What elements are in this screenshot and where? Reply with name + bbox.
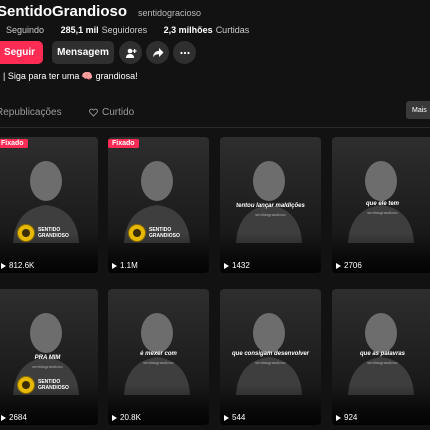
tab-divider [0, 127, 430, 128]
logo-text: SENTIDO GRANDIOSO [38, 227, 69, 239]
view-count: 924 [336, 413, 357, 422]
play-icon [112, 262, 117, 269]
video-watermark: sentidograndioso [143, 360, 174, 365]
view-count-value: 20.8K [120, 413, 141, 422]
pinned-badge: Fixado [0, 139, 28, 148]
video-thumbnail [124, 313, 190, 395]
lion-seal-icon [17, 376, 35, 394]
video-thumbnail [236, 161, 302, 243]
tab-republications-label: Republicações [0, 107, 62, 118]
video-watermark: sentidograndioso [367, 210, 398, 215]
video-thumbnail [348, 313, 414, 395]
lion-seal-icon [17, 224, 35, 242]
video-caption: tentou lançar maldições [236, 203, 305, 209]
view-count: 1.1M [112, 261, 138, 270]
video-caption: que ele tem [365, 201, 399, 207]
more-options-button[interactable] [173, 41, 196, 64]
brand-logo: SENTIDO GRANDIOSO [17, 375, 81, 395]
play-icon [112, 414, 117, 421]
view-count-value: 544 [232, 413, 246, 422]
video-card[interactable]: é mexer com sentidograndioso 20.8K [108, 289, 209, 425]
play-icon [1, 262, 6, 269]
view-count: 544 [224, 413, 245, 422]
video-thumbnail [236, 313, 302, 395]
view-count-value: 1.1M [120, 261, 138, 270]
profile-username: SentidoGrandioso [0, 3, 128, 20]
view-count: 812.6K [1, 261, 34, 270]
more-dots-icon [179, 51, 190, 54]
profile-handle: sentidogracioso [138, 8, 202, 18]
view-count-value: 924 [344, 413, 358, 422]
view-count: 1432 [224, 261, 250, 270]
video-caption: PRA MIM [34, 355, 61, 361]
video-caption: que consigam desenvolver [231, 351, 310, 357]
profile-stats: Seguindo 285,1 mil Seguidores 2,3 milhões… [3, 25, 263, 35]
video-card[interactable]: que ele tem sentidograndioso 2706 [332, 137, 430, 273]
play-icon [224, 262, 229, 269]
likes-stat: 2,3 milhões Curtidas [164, 25, 250, 35]
profile-bio: | Siga para ter uma 🧠 grandiosa! [3, 71, 138, 81]
view-count-value: 1432 [232, 261, 250, 270]
tab-republications[interactable]: Republicações [0, 107, 62, 118]
message-button[interactable]: Mensagem [52, 41, 114, 64]
tab-liked[interactable]: Curtido [89, 107, 134, 118]
video-card[interactable]: Fixado SENTIDO GRANDIOSO 812.6K [0, 137, 98, 273]
follow-button[interactable]: Seguir [0, 41, 43, 64]
play-icon [336, 414, 341, 421]
video-card[interactable]: Fixado SENTIDO GRANDIOSO 1.1M [108, 137, 209, 273]
play-icon [336, 262, 341, 269]
view-count: 2706 [336, 261, 362, 270]
video-card[interactable]: que as palavras sentidograndioso 924 [332, 289, 430, 425]
play-icon [1, 414, 6, 421]
logo-text: SENTIDO GRANDIOSO [38, 379, 69, 391]
followers-label: Seguidores [101, 25, 148, 35]
brand-logo: SENTIDO GRANDIOSO [17, 223, 81, 243]
followers-count: 285,1 mil [60, 25, 99, 35]
followers-stat[interactable]: 285,1 mil Seguidores [61, 25, 150, 35]
video-caption: é mexer com [140, 351, 177, 357]
lion-seal-icon [128, 224, 146, 242]
likes-label: Curtidas [215, 25, 250, 35]
add-friend-button[interactable] [119, 41, 142, 64]
view-count-value: 2706 [344, 261, 362, 270]
video-card[interactable]: PRA MIM sentidograndioso SENTIDO GRANDIOSO 2… [0, 289, 98, 425]
view-count: 2684 [1, 413, 27, 422]
logo-text: SENTIDO GRANDIOSO [149, 227, 180, 239]
brand-logo: SENTIDO GRANDIOSO [128, 223, 192, 243]
following-stat[interactable]: Seguindo [3, 25, 47, 35]
view-count: 20.8K [112, 413, 141, 422]
video-watermark: sentidograndioso [255, 360, 286, 365]
video-card[interactable]: que consigam desenvolver sentidograndioso… [220, 289, 321, 425]
video-thumbnail [348, 161, 414, 243]
view-count-value: 812.6K [9, 261, 35, 270]
likes-count: 2,3 milhões [163, 25, 213, 35]
video-watermark: sentidograndioso [255, 212, 286, 217]
heart-outline-icon [89, 108, 98, 117]
following-label: Seguindo [6, 25, 45, 35]
video-card[interactable]: tentou lançar maldições sentidograndioso 1… [220, 137, 321, 273]
person-plus-icon [125, 48, 137, 58]
video-caption: que as palavras [359, 351, 406, 357]
view-count-value: 2684 [9, 413, 27, 422]
share-button[interactable] [146, 41, 169, 64]
video-watermark: sentidograndioso [32, 364, 63, 369]
pinned-badge: Fixado [108, 139, 139, 148]
more-button[interactable]: Mais [406, 101, 430, 119]
play-icon [224, 414, 229, 421]
tab-liked-label: Curtido [102, 107, 135, 118]
share-arrow-icon [152, 47, 163, 57]
video-watermark: sentidograndioso [367, 360, 398, 365]
